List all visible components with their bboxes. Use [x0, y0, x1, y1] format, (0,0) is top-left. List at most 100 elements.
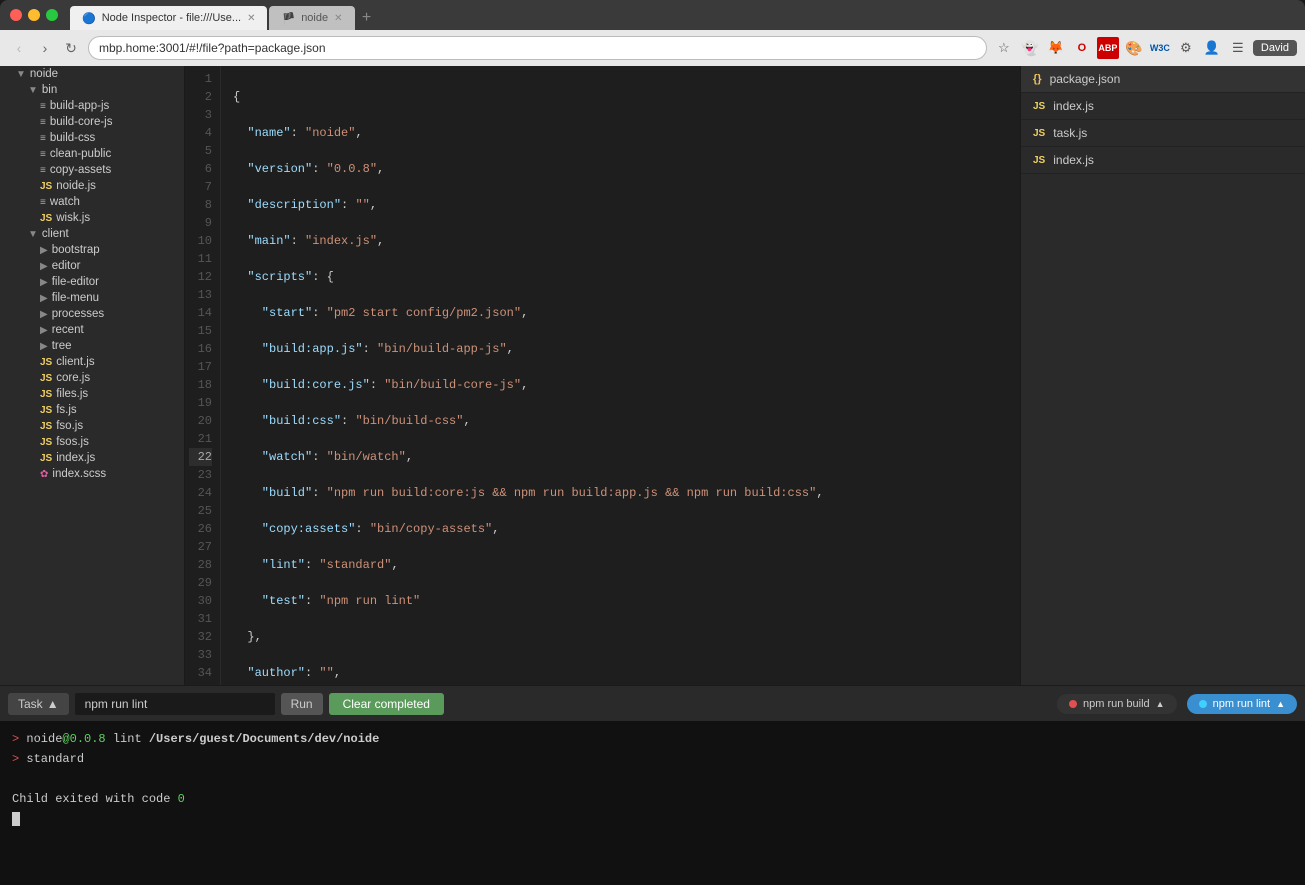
- task-tab-npm-lint[interactable]: npm run lint ▲: [1187, 694, 1297, 714]
- sidebar-label: index.js: [56, 452, 95, 464]
- close-button[interactable]: [10, 9, 22, 21]
- terminal[interactable]: > noide@0.0.8 lint /Users/guest/Document…: [0, 721, 1305, 885]
- sidebar: ▼ noide ▼ bin ≡ build-app-js ≡ build-cor…: [0, 66, 185, 685]
- settings-icon[interactable]: ⚙: [1175, 37, 1197, 59]
- sidebar-label: bin: [42, 84, 57, 96]
- firefox-icon[interactable]: 🦊: [1045, 37, 1067, 59]
- sidebar-item-bin[interactable]: ▼ bin: [0, 82, 184, 98]
- sidebar-item-build-css[interactable]: ≡ build-css: [0, 130, 184, 146]
- task-tab-chevron: ▲: [1276, 699, 1285, 709]
- right-panel-label: index.js: [1053, 99, 1094, 113]
- js-file-icon: JS: [40, 213, 52, 224]
- sidebar-item-recent[interactable]: ▶ recent: [0, 322, 184, 338]
- w3c-icon[interactable]: W3C: [1149, 37, 1171, 59]
- clear-completed-button[interactable]: Clear completed: [329, 693, 444, 715]
- new-tab-button[interactable]: +: [355, 6, 379, 30]
- right-panel-item-package-json[interactable]: {} package.json: [1021, 66, 1305, 93]
- js-file-icon: JS: [40, 181, 52, 192]
- nav-controls: ‹ › ↻: [8, 37, 82, 59]
- terminal-line-1: > noide@0.0.8 lint /Users/guest/Document…: [12, 729, 1293, 749]
- abp-icon[interactable]: ABP: [1097, 37, 1119, 59]
- bottom-bar: Task ▲ Run Clear completed npm run build…: [0, 685, 1305, 721]
- file-icon: ≡: [40, 101, 46, 112]
- right-panel-item-index-js-1[interactable]: JS index.js: [1021, 93, 1305, 120]
- back-button[interactable]: ‹: [8, 37, 30, 59]
- code-editor[interactable]: 123 456 789 101112 131415 161718 192021 …: [185, 66, 1020, 685]
- json-icon: {}: [1033, 73, 1042, 85]
- sidebar-item-client-js[interactable]: JS client.js: [0, 354, 184, 370]
- terminal-blank-line: [12, 769, 1293, 789]
- bottom-section: Task ▲ Run Clear completed npm run build…: [0, 685, 1305, 885]
- minimize-button[interactable]: [28, 9, 40, 21]
- tab-noide[interactable]: 🏴 noide ✕: [269, 6, 354, 30]
- sidebar-label: processes: [52, 308, 104, 320]
- task-dropdown-icon: ▲: [47, 697, 59, 711]
- tab-close-2[interactable]: ✕: [334, 13, 342, 24]
- sidebar-item-file-editor[interactable]: ▶ file-editor: [0, 274, 184, 290]
- right-panel-item-index-js-2[interactable]: JS index.js: [1021, 147, 1305, 174]
- sidebar-item-fsos-js[interactable]: JS fsos.js: [0, 434, 184, 450]
- right-panel-label: index.js: [1053, 153, 1094, 167]
- sidebar-label: recent: [52, 324, 84, 336]
- code-content[interactable]: { "name": "noide", "version": "0.0.8", "…: [221, 66, 1020, 685]
- task-dot-red: [1069, 700, 1077, 708]
- tab-close-1[interactable]: ✕: [247, 13, 255, 24]
- sidebar-item-index-js[interactable]: JS index.js: [0, 450, 184, 466]
- sidebar-label: build-css: [50, 132, 95, 144]
- terminal-prompt: >: [12, 732, 19, 746]
- sidebar-item-client[interactable]: ▼ client: [0, 226, 184, 242]
- forward-button[interactable]: ›: [34, 37, 56, 59]
- sidebar-item-wisk-js[interactable]: JS wisk.js: [0, 210, 184, 226]
- scss-file-icon: ✿: [40, 469, 48, 480]
- sidebar-item-clean-public[interactable]: ≡ clean-public: [0, 146, 184, 162]
- sidebar-item-editor[interactable]: ▶ editor: [0, 258, 184, 274]
- sidebar-item-files-js[interactable]: JS files.js: [0, 386, 184, 402]
- sidebar-item-watch[interactable]: ≡ watch: [0, 194, 184, 210]
- sidebar-item-tree[interactable]: ▶ tree: [0, 338, 184, 354]
- js-icon: JS: [1033, 101, 1045, 112]
- sidebar-item-index-scss[interactable]: ✿ index.scss: [0, 466, 184, 482]
- terminal-line-output: Child exited with code 0: [12, 789, 1293, 809]
- reload-button[interactable]: ↻: [60, 37, 82, 59]
- terminal-text: noide@0.0.8 lint /Users/guest/Documents/…: [26, 732, 379, 746]
- sidebar-label: fso.js: [56, 420, 83, 432]
- folder-icon: ▼: [16, 69, 26, 80]
- sidebar-item-build-app-js[interactable]: ≡ build-app-js: [0, 98, 184, 114]
- task-dropdown-button[interactable]: Task ▲: [8, 693, 69, 715]
- task-input[interactable]: [75, 693, 275, 715]
- user-icon[interactable]: 👤: [1201, 37, 1223, 59]
- sidebar-item-processes[interactable]: ▶ processes: [0, 306, 184, 322]
- terminal-cursor-line: [12, 809, 1293, 829]
- sidebar-label: copy-assets: [50, 164, 111, 176]
- profile-button[interactable]: David: [1253, 40, 1297, 56]
- sidebar-label: noide: [30, 68, 58, 80]
- run-button[interactable]: Run: [281, 693, 323, 715]
- file-icon: ≡: [40, 197, 46, 208]
- opera-icon[interactable]: O: [1071, 37, 1093, 59]
- right-panel-item-task-js[interactable]: JS task.js: [1021, 120, 1305, 147]
- sidebar-item-build-core-js[interactable]: ≡ build-core-js: [0, 114, 184, 130]
- sidebar-label: build-app-js: [50, 100, 109, 112]
- sidebar-label: client.js: [56, 356, 94, 368]
- traffic-lights[interactable]: [10, 9, 58, 21]
- sidebar-item-file-menu[interactable]: ▶ file-menu: [0, 290, 184, 306]
- sidebar-item-noide-js[interactable]: JS noide.js: [0, 178, 184, 194]
- address-bar[interactable]: mbp.home:3001/#!/file?path=package.json: [88, 36, 987, 60]
- ghost-icon[interactable]: 👻: [1019, 37, 1041, 59]
- tab-node-inspector[interactable]: 🔵 Node Inspector - file:///Use... ✕: [70, 6, 267, 30]
- sidebar-item-copy-assets[interactable]: ≡ copy-assets: [0, 162, 184, 178]
- sidebar-label: tree: [52, 340, 72, 352]
- sidebar-label: file-menu: [52, 292, 99, 304]
- menu-icon[interactable]: ☰: [1227, 37, 1249, 59]
- sidebar-item-bootstrap[interactable]: ▶ bootstrap: [0, 242, 184, 258]
- terminal-line-2: > standard: [12, 749, 1293, 769]
- maximize-button[interactable]: [46, 9, 58, 21]
- sidebar-item-fso-js[interactable]: JS fso.js: [0, 418, 184, 434]
- sidebar-item-fs-js[interactable]: JS fs.js: [0, 402, 184, 418]
- bookmark-icon[interactable]: ☆: [993, 37, 1015, 59]
- sidebar-item-noide[interactable]: ▼ noide: [0, 66, 184, 82]
- js-file-icon: JS: [40, 453, 52, 464]
- color-icon[interactable]: 🎨: [1123, 37, 1145, 59]
- sidebar-item-core-js[interactable]: JS core.js: [0, 370, 184, 386]
- task-tab-npm-build[interactable]: npm run build ▲: [1057, 694, 1177, 714]
